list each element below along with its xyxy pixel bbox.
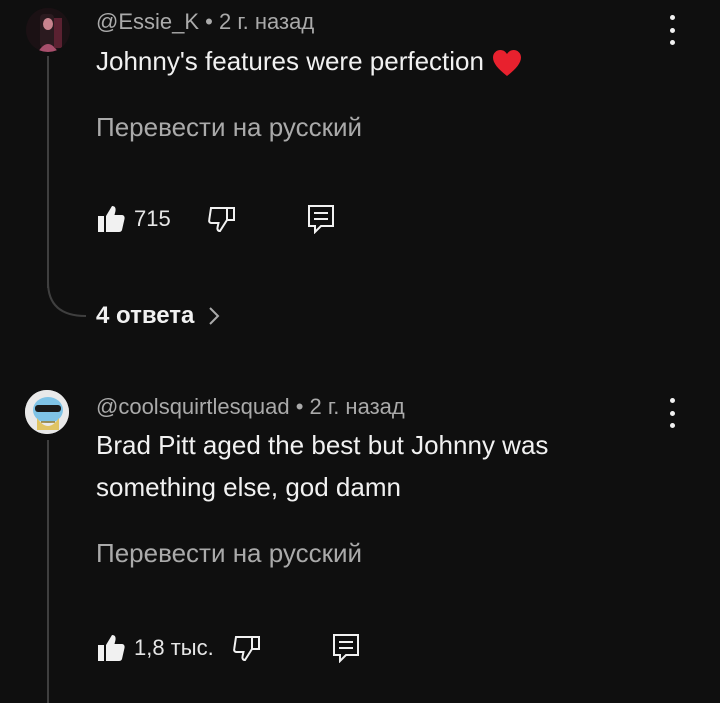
like-count: 715 bbox=[134, 206, 171, 231]
dislike-button[interactable] bbox=[207, 204, 237, 234]
heart-icon bbox=[492, 50, 521, 77]
avatar-image bbox=[26, 8, 70, 52]
reply-button[interactable] bbox=[332, 633, 360, 663]
more-vert-icon[interactable] bbox=[660, 15, 684, 45]
comment-age: 2 г. назад bbox=[219, 9, 315, 34]
chevron-right-icon bbox=[209, 307, 220, 325]
avatar[interactable] bbox=[26, 8, 70, 52]
like-button[interactable]: 715 bbox=[96, 204, 171, 234]
reply-button[interactable] bbox=[307, 204, 335, 234]
comment-text: Brad Pitt aged the best but Johnny was s… bbox=[96, 424, 548, 508]
reply-icon bbox=[307, 205, 334, 234]
like-button[interactable]: 1,8 тыс. bbox=[96, 633, 214, 663]
comment-text-content: Johnny's features were perfection bbox=[96, 46, 484, 76]
translate-link[interactable]: Перевести на русский bbox=[96, 112, 362, 143]
avatar-image bbox=[25, 390, 69, 434]
thread-line bbox=[47, 56, 49, 288]
thumbs-down-icon bbox=[207, 207, 235, 233]
like-count: 1,8 тыс. bbox=[134, 635, 214, 660]
comment-actions: 1,8 тыс. bbox=[96, 633, 360, 663]
thread-line bbox=[47, 440, 49, 703]
comment-text: Johnny's features were perfection bbox=[96, 40, 522, 82]
meta-separator: • bbox=[205, 9, 213, 34]
comment-age: 2 г. назад bbox=[309, 394, 405, 419]
more-vert-icon[interactable] bbox=[660, 398, 684, 428]
comment-actions: 715 bbox=[96, 204, 335, 234]
author-handle[interactable]: @coolsquirtlesquad bbox=[96, 394, 290, 419]
thread-curve bbox=[47, 282, 87, 317]
thumbs-up-icon bbox=[98, 635, 125, 661]
replies-label: 4 ответа bbox=[96, 302, 195, 329]
thumbs-down-icon bbox=[232, 636, 260, 662]
reply-icon bbox=[332, 634, 359, 663]
comment-text-line: Brad Pitt aged the best but Johnny was bbox=[96, 430, 549, 460]
avatar[interactable] bbox=[25, 390, 69, 434]
comment-meta: @coolsquirtlesquad • 2 г. назад bbox=[96, 394, 405, 420]
dislike-button[interactable] bbox=[232, 633, 262, 663]
comment-meta: @Essie_K • 2 г. назад bbox=[96, 9, 314, 35]
thumbs-up-icon bbox=[98, 206, 125, 232]
meta-separator: • bbox=[295, 394, 304, 419]
author-handle[interactable]: @Essie_K bbox=[96, 9, 199, 34]
translate-link[interactable]: Перевести на русский bbox=[96, 538, 362, 569]
comment-text-line: something else, god damn bbox=[96, 472, 401, 502]
replies-toggle[interactable]: 4 ответа bbox=[96, 302, 224, 330]
